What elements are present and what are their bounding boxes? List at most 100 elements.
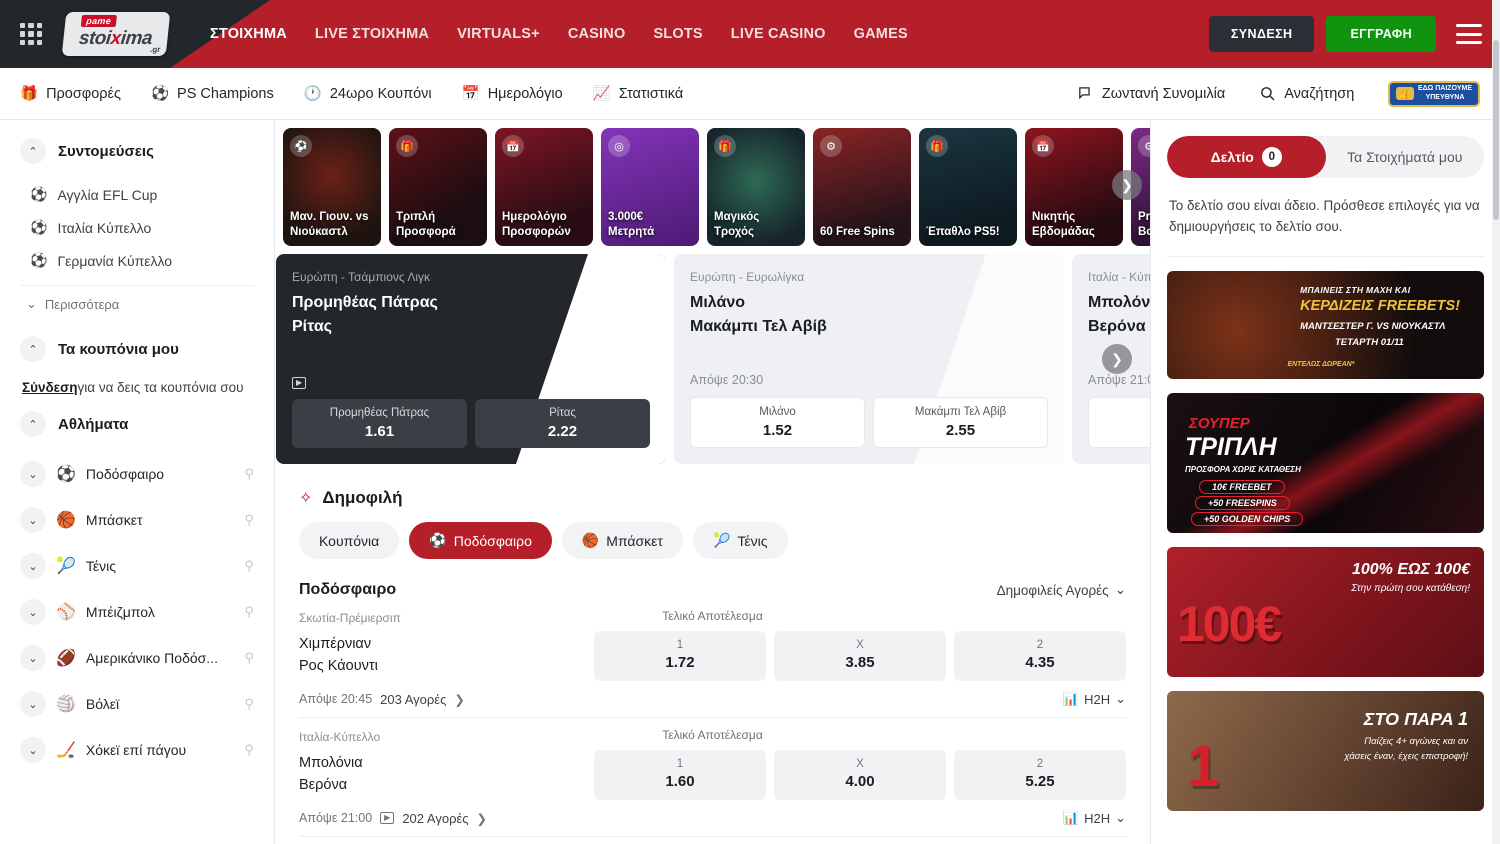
my-coupons-section-header[interactable]: ⌃ Τα κουπόνια μου: [20, 336, 254, 362]
nav-item-slots[interactable]: SLOTS: [653, 26, 702, 42]
promo-tile-magic-wheel[interactable]: 🎁 Μαγικός Τροχός: [707, 128, 805, 246]
pin-icon[interactable]: ⚲: [244, 466, 254, 482]
match-teams[interactable]: Χιμπέρνιαν Ρος Κάουντι: [299, 634, 378, 678]
subnav-item-calendar[interactable]: 📅 Ημερολόγιο: [462, 85, 563, 102]
chip-coupons[interactable]: Κουπόνια: [299, 522, 399, 559]
featured-card-live-basketball[interactable]: Ευρώπη - Τσάμπιονς Λιγκ Προμηθέας Πάτρας…: [276, 254, 666, 464]
side-banner-super-tripli[interactable]: ΣΟΥΠΕΡ ΤΡΙΠΛΗ ΠΡΟΣΦΟΡΑ ΧΩΡΙΣ ΚΑΤΑΘΕΣΗ 10…: [1167, 393, 1484, 533]
promo-tile-ps-champions[interactable]: ⚽ Μαν. Γιουν. vs Νιούκαστλ: [283, 128, 381, 246]
card-odd-button[interactable]: Ρίτας 2.22: [475, 399, 650, 448]
card-odd-button[interactable]: Προμηθέας Πάτρας 1.61: [292, 399, 467, 448]
odd-button-draw[interactable]: X 4.00: [774, 750, 946, 800]
odd-button-away[interactable]: 2 4.35: [954, 631, 1126, 681]
pin-icon[interactable]: ⚲: [244, 512, 254, 528]
site-logo[interactable]: pame stoixima .gr: [62, 12, 171, 56]
hamburger-menu-icon[interactable]: [1456, 24, 1482, 44]
scrollbar-thumb[interactable]: [1493, 120, 1499, 220]
sidebar-shortcut-efl-cup[interactable]: ⚽ Αγγλία EFL Cup: [20, 178, 254, 211]
promo-carousel-next-button[interactable]: ❯: [1112, 170, 1142, 200]
nav-item-stoixima[interactable]: ΣΤΟΙΧΗΜΑ: [210, 26, 287, 42]
chevron-down-icon[interactable]: ⌄: [20, 553, 46, 579]
banner-line1: ΣΤΟ ΠΑΡΑ 1: [1364, 709, 1468, 730]
chip-tennis[interactable]: 🎾 Τένις: [693, 522, 788, 559]
chevron-down-icon[interactable]: ⌄: [20, 691, 46, 717]
apps-grid-icon[interactable]: [20, 23, 42, 45]
nav-item-virtuals[interactable]: VIRTUALS+: [457, 26, 540, 42]
login-button[interactable]: ΣΥΝΔΕΣΗ: [1209, 16, 1315, 52]
card-odd-button[interactable]: Μιλάνο 1.52: [690, 397, 865, 448]
shortcuts-more-button[interactable]: ⌄ Περισσότερα: [20, 285, 254, 322]
chevron-right-icon[interactable]: ❯: [477, 811, 487, 826]
live-chat-button[interactable]: Ζωντανή Συνομιλία: [1077, 85, 1225, 102]
promo-tile-ps5-prize[interactable]: 🎁 Έπαθλο PS5!: [919, 128, 1017, 246]
page-scrollbar[interactable]: [1492, 120, 1500, 844]
markets-dropdown[interactable]: Δημοφιλείς Αγορές ⌄: [997, 582, 1126, 598]
pin-icon[interactable]: ⚲: [244, 558, 254, 574]
chevron-down-icon[interactable]: ⌄: [20, 599, 46, 625]
sports-section-header[interactable]: ⌃ Αθλήματα: [20, 411, 254, 437]
featured-card-euroleague[interactable]: Ευρώπη - Ευρωλίγκα Μιλάνο Μακάμπι Τελ Αβ…: [674, 254, 1064, 464]
chip-football[interactable]: ⚽ Ποδόσφαιρο: [409, 522, 552, 559]
sidebar-sport-tennis[interactable]: ⌄ 🎾 Τένις ⚲: [20, 543, 254, 589]
odd-button-away[interactable]: 2 5.25: [954, 750, 1126, 800]
odd-button-home[interactable]: 1 1.72: [594, 631, 766, 681]
match-markets-count[interactable]: 202 Αγορές: [402, 811, 468, 826]
nav-item-casino[interactable]: CASINO: [568, 26, 626, 42]
sidebar-sport-ice-hockey[interactable]: ⌄ 🏒 Χόκεϊ επί πάγου ⚲: [20, 727, 254, 773]
promo-tile-triple-offer[interactable]: 🎁 Τριπλή Προσφορά: [389, 128, 487, 246]
tv-stream-icon[interactable]: ▶: [380, 812, 394, 824]
card-odd-button[interactable]: Μακάμπι Τελ Αβίβ 2.55: [873, 397, 1048, 448]
promo-tile-weekly-winner[interactable]: 📅 Νικητής Εβδομάδας: [1025, 128, 1123, 246]
nav-item-games[interactable]: GAMES: [854, 26, 908, 42]
sidebar-shortcut-germany-cup[interactable]: ⚽ Γερμανία Κύπελλο: [20, 244, 254, 277]
sidebar-sport-american-football[interactable]: ⌄ 🏈 Αμερικάνικο Ποδόσ... ⚲: [20, 635, 254, 681]
promo-tile-3000-cash[interactable]: ◎ 3.000€ Μετρητά: [601, 128, 699, 246]
odd-button-home[interactable]: 1 1.60: [594, 750, 766, 800]
subnav-item-statistics[interactable]: 📈 Στατιστικά: [593, 85, 684, 102]
sidebar-sport-basketball[interactable]: ⌄ 🏀 Μπάσκετ ⚲: [20, 497, 254, 543]
tab-my-bets[interactable]: Τα Στοιχήματά μου: [1326, 136, 1485, 178]
subnav-item-ps-champions[interactable]: ⚽ PS Champions: [151, 85, 274, 102]
card-odd-button[interactable]: 1 1.6: [1088, 397, 1150, 448]
side-banner-ps-champions[interactable]: ΜΠΑΙΝΕΙΣ ΣΤΗ ΜΑΧΗ ΚΑΙ ΚΕΡΔΙΖΕΙΣ FREEBETS…: [1167, 271, 1484, 379]
h2h-button[interactable]: 📊 H2H ⌄: [1063, 810, 1126, 826]
side-banner-welcome-100[interactable]: 100% ΕΩΣ 100€ Στην πρώτη σου κατάθεση! 1…: [1167, 547, 1484, 677]
chevron-down-icon[interactable]: ⌄: [20, 461, 46, 487]
bar-chart-icon: 📊: [1063, 691, 1079, 707]
coupons-login-link[interactable]: Σύνδεση: [22, 380, 78, 395]
pin-icon[interactable]: ⚲: [244, 650, 254, 666]
pin-icon[interactable]: ⚲: [244, 742, 254, 758]
betslip-tabs: Δελτίο 0 Τα Στοιχήματά μου: [1167, 136, 1484, 178]
promo-tile-60-free-spins[interactable]: ⚙ 60 Free Spins: [813, 128, 911, 246]
chevron-down-icon[interactable]: ⌄: [20, 737, 46, 763]
chevron-down-icon[interactable]: ⌄: [20, 645, 46, 671]
shortcuts-section-header[interactable]: ⌃ Συντομεύσεις: [20, 138, 254, 164]
odd-button-draw[interactable]: X 3.85: [774, 631, 946, 681]
sidebar-sport-baseball[interactable]: ⌄ ⚾ Μπέιζμπολ ⚲: [20, 589, 254, 635]
featured-carousel-next-button[interactable]: ❯: [1102, 344, 1132, 374]
nav-item-live-casino[interactable]: LIVE CASINO: [731, 26, 826, 42]
nav-item-live-stoixima[interactable]: LIVE ΣΤΟΙΧΗΜΑ: [315, 26, 429, 42]
pin-icon[interactable]: ⚲: [244, 604, 254, 620]
chip-basketball[interactable]: 🏀 Μπάσκετ: [562, 522, 683, 559]
search-button[interactable]: Αναζήτηση: [1259, 85, 1354, 102]
sidebar-sport-football[interactable]: ⌄ ⚽ Ποδόσφαιρο ⚲: [20, 451, 254, 497]
match-markets-count[interactable]: 203 Αγορές: [380, 692, 446, 707]
card-league-name: Ιταλία - Κύπ: [1088, 270, 1150, 284]
pin-icon[interactable]: ⚲: [244, 696, 254, 712]
sidebar-sport-volleyball[interactable]: ⌄ 🏐 Βόλεϊ ⚲: [20, 681, 254, 727]
chevron-right-icon[interactable]: ❯: [454, 692, 464, 707]
side-banner-sto-para-1[interactable]: ΣΤΟ ΠΑΡΑ 1 Παίζεις 4+ αγώνες και αν χάσε…: [1167, 691, 1484, 811]
subnav-item-offers[interactable]: 🎁 Προσφορές: [20, 85, 121, 102]
chevron-down-icon[interactable]: ⌄: [20, 507, 46, 533]
match-teams[interactable]: Μπολόνια Βερόνα: [299, 753, 363, 797]
promo-tile-offer-calendar[interactable]: 📅 Ημερολόγιο Προσφορών: [495, 128, 593, 246]
sidebar-shortcut-italy-cup[interactable]: ⚽ Ιταλία Κύπελλο: [20, 211, 254, 244]
card-team-row: Μπολόνι: [1088, 294, 1150, 312]
tab-betslip[interactable]: Δελτίο 0: [1167, 136, 1326, 178]
h2h-button[interactable]: 📊 H2H ⌄: [1063, 691, 1126, 707]
tv-stream-icon[interactable]: ▶: [292, 377, 306, 389]
responsible-gaming-badge[interactable]: 👍 ΕΔΩ ΠΑΙΖΟΥΜΕ ΥΠΕΥΘΥΝΑ: [1388, 81, 1480, 107]
register-button[interactable]: ΕΓΓΡΑΦΗ: [1326, 16, 1436, 52]
subnav-item-24h-coupon[interactable]: 🕐 24ωρο Κουπόνι: [304, 85, 432, 102]
